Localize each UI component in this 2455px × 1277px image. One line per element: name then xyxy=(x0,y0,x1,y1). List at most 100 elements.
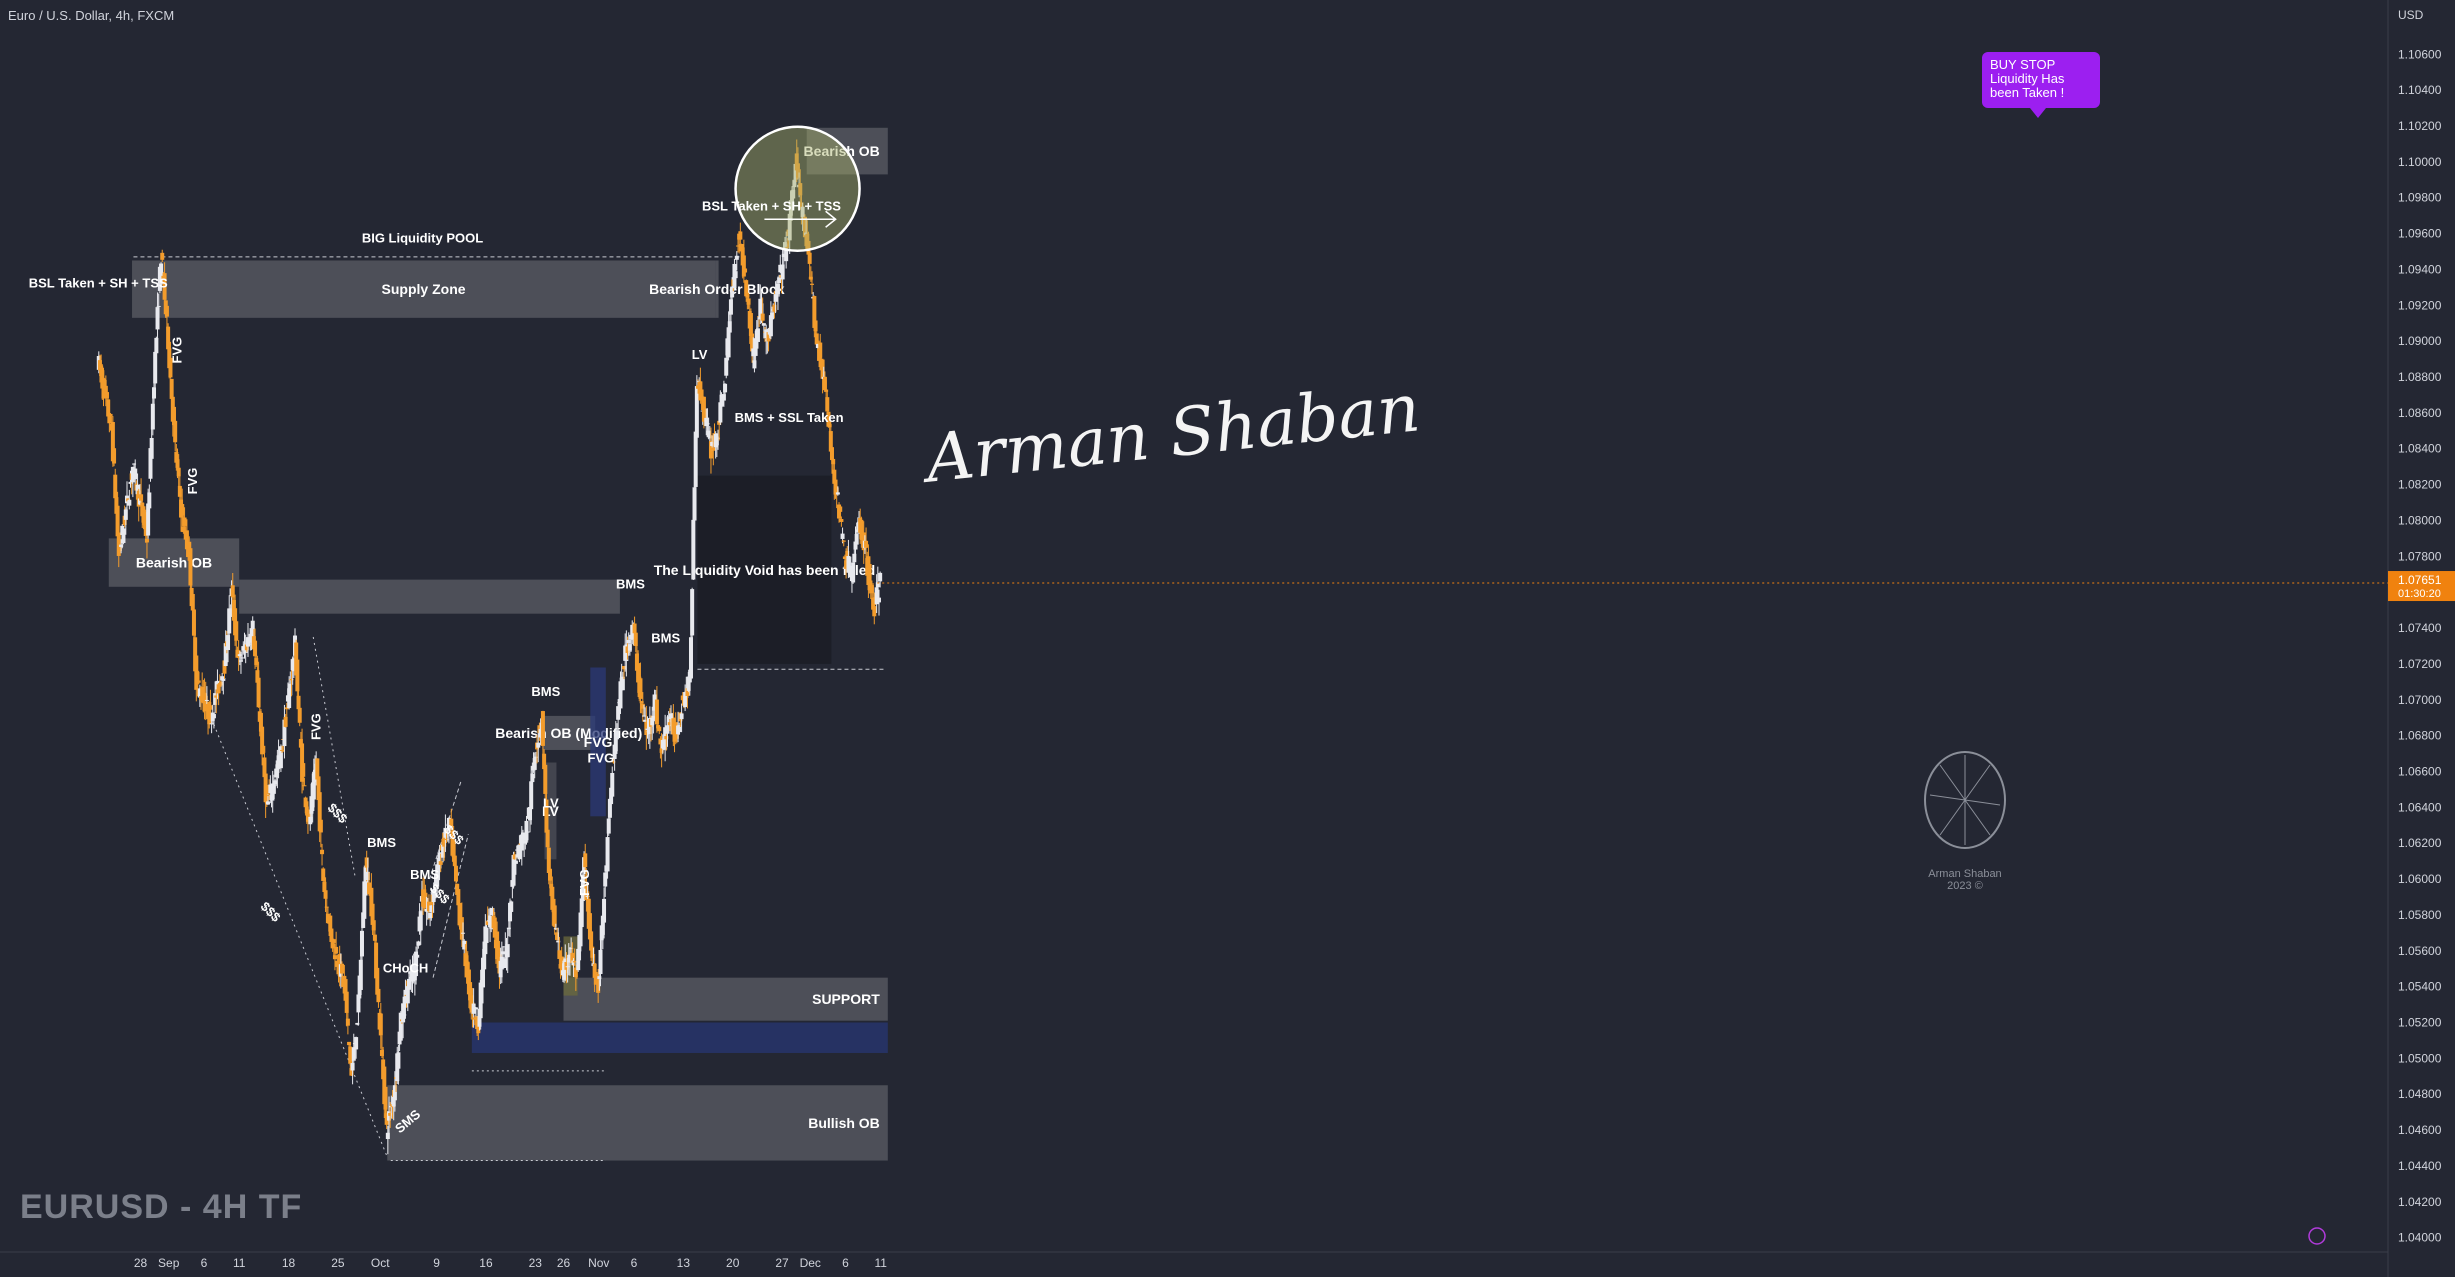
candle-body xyxy=(144,538,149,543)
candle-body xyxy=(583,853,588,868)
candle-body xyxy=(734,255,739,260)
candle-body xyxy=(173,420,178,443)
y-tick-label: 1.07200 xyxy=(2398,657,2442,671)
x-tick-label: 27 xyxy=(775,1256,789,1270)
y-tick-label: 1.04000 xyxy=(2398,1231,2442,1245)
candle-body xyxy=(180,504,185,516)
price-tag-value: 1.07651 xyxy=(2398,573,2442,587)
candle-body xyxy=(283,716,288,727)
candle-body xyxy=(738,231,743,240)
candle-body xyxy=(461,932,466,934)
candle-body xyxy=(160,252,165,260)
x-tick-label: 16 xyxy=(479,1256,493,1270)
annotation-label: BMS xyxy=(531,684,560,699)
brain-icon xyxy=(1924,751,2006,849)
candle-body xyxy=(152,387,157,399)
candle-body xyxy=(188,548,193,586)
x-tick-label: 11 xyxy=(875,1256,888,1270)
annotation-label: CHoCH xyxy=(383,960,429,975)
candle-body xyxy=(545,829,550,848)
candle-body xyxy=(605,837,610,872)
candle-body xyxy=(838,506,843,512)
candle-body xyxy=(348,1046,353,1064)
trend-dotted-2 xyxy=(312,636,357,880)
x-tick-label: 9 xyxy=(433,1256,440,1270)
x-tick-label: Oct xyxy=(371,1256,390,1270)
candle-body xyxy=(602,898,607,923)
candle-body xyxy=(354,1037,359,1050)
x-tick-label: 23 xyxy=(529,1256,543,1270)
x-tick-label: Sep xyxy=(158,1256,180,1270)
y-tick-label: 1.08200 xyxy=(2398,478,2442,492)
candle-body xyxy=(500,951,505,955)
candle-body xyxy=(359,930,364,957)
y-tick-label: 1.06200 xyxy=(2398,836,2442,850)
candle-body xyxy=(452,855,457,867)
candle-body xyxy=(810,283,815,285)
y-tick-label: 1.07400 xyxy=(2398,621,2442,635)
y-tick-label: 1.05000 xyxy=(2398,1051,2442,1065)
candle-body xyxy=(108,413,113,417)
logo-year: 2023 © xyxy=(1947,880,1983,892)
candle-body xyxy=(864,540,869,548)
candle-body xyxy=(733,271,738,279)
candle-body xyxy=(147,492,152,509)
candle-body xyxy=(743,268,748,273)
candle-body xyxy=(505,944,510,958)
x-tick-label: 26 xyxy=(557,1256,571,1270)
x-tick-label: 6 xyxy=(842,1256,849,1270)
y-tick-label: 1.04200 xyxy=(2398,1195,2442,1209)
candle-body xyxy=(484,927,489,943)
candle-body xyxy=(711,447,716,451)
y-tick-label: 1.09400 xyxy=(2398,262,2442,276)
zone-label: SUPPORT xyxy=(812,991,880,1007)
zone-label: Supply Zone xyxy=(382,281,466,297)
candle-body xyxy=(552,905,557,927)
candle-body xyxy=(638,678,643,699)
y-tick-label: 1.05400 xyxy=(2398,980,2442,994)
annotation-label: BMS xyxy=(616,577,645,592)
author-logo: Arman Shaban 2023 © xyxy=(1920,745,2010,892)
candle-body xyxy=(525,831,530,833)
candle-body xyxy=(509,901,514,912)
candle-body xyxy=(760,313,765,321)
candle-body xyxy=(814,333,819,345)
candle-body xyxy=(723,383,728,393)
candle-body xyxy=(297,707,302,723)
candle-body xyxy=(150,403,155,430)
candle-body xyxy=(540,711,545,746)
candle-body xyxy=(156,305,161,307)
candle-body xyxy=(513,860,518,864)
zone-label: The Liquidity Void has been filled xyxy=(654,562,875,578)
logo-caption: Arman Shaban xyxy=(1928,868,2002,880)
y-tick-label: 1.08400 xyxy=(2398,442,2442,456)
price-chart[interactable]: Supply Zone Bearish Order Block Bearish OB… xyxy=(0,0,2455,1277)
candle-body xyxy=(657,726,662,732)
candle-body xyxy=(473,1007,478,1010)
candle-body xyxy=(301,763,306,777)
candle-body xyxy=(240,657,245,659)
candle-body xyxy=(840,533,845,539)
candle-body xyxy=(416,941,421,946)
y-tick-label: 1.09200 xyxy=(2398,298,2442,312)
candle-body xyxy=(234,621,239,641)
candle-body xyxy=(133,468,138,480)
candle-body xyxy=(547,868,552,881)
zone-label: Bearish Order Block xyxy=(649,281,785,297)
y-tick-label: 1.05800 xyxy=(2398,908,2442,922)
y-tick-label: 1.04400 xyxy=(2398,1159,2442,1173)
y-tick-label: 1.05600 xyxy=(2398,944,2442,958)
candle-body xyxy=(852,553,857,563)
annotation-label: BMS xyxy=(367,835,396,850)
candle-body xyxy=(164,305,169,317)
zone-label: Bullish OB xyxy=(808,1115,880,1131)
candle-body xyxy=(208,705,213,710)
annotation-label: BSL Taken + SH + TSS xyxy=(702,198,841,213)
zone-rect xyxy=(239,579,620,614)
annotation-label: BMS + SSL Taken xyxy=(735,410,844,425)
annotation-label: BSL Taken + SH + TSS xyxy=(29,275,168,290)
candle-body xyxy=(196,680,201,683)
annotation-label: BMS xyxy=(651,630,680,645)
y-tick-label: 1.08600 xyxy=(2398,406,2442,420)
lightning-icon xyxy=(2308,1227,2326,1245)
